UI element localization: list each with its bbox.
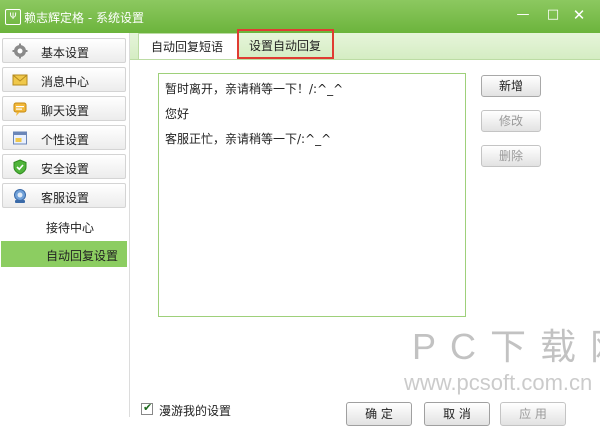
watermark-url: www.pcsoft.com.cn [404,370,593,395]
sidebar-item-basic[interactable]: 基本设置 [2,38,126,63]
chat-icon [13,102,27,116]
gear-icon [12,43,28,59]
sidebar-subitem-label: 接待中心 [46,221,95,235]
window-title: 赖志辉定格 - 系统设置 [24,11,144,25]
shield-icon [13,159,27,175]
watermark-text: PC下载网 [412,326,600,367]
sidebar-subitem-label: 自动回复设置 [46,249,119,263]
sidebar-item-label: 基本设置 [41,46,90,60]
tab-highlight-annotation [237,29,334,59]
sidebar-subitem-auto-reply[interactable]: 自动回复设置 [1,241,127,267]
tab-auto-reply-phrases[interactable]: 自动回复短语 [138,33,238,59]
cancel-button[interactable]: 取 消 [424,402,490,426]
maximize-button[interactable]: □ [542,5,564,25]
service-icon [14,189,26,203]
roaming-settings-checkbox[interactable]: ✔ [141,401,153,415]
sidebar-item-label: 聊天设置 [41,104,90,118]
sidebar-item-label: 个性设置 [41,133,90,147]
checkmark-icon: ✔ [143,401,153,414]
apply-button[interactable]: 应 用 [500,402,566,426]
roaming-settings-label: 漫游我的设置 [159,404,232,418]
sidebar-item-personal[interactable]: 个性设置 [2,125,126,150]
envelope-icon [12,74,28,86]
sidebar-item-label: 安全设置 [41,162,90,176]
sidebar-item-security[interactable]: 安全设置 [2,154,126,179]
window-icon [13,131,27,145]
sidebar-item-chat[interactable]: 聊天设置 [2,96,126,121]
sidebar-item-messages[interactable]: 消息中心 [2,67,126,92]
sidebar-subitem-reception[interactable]: 接待中心 [1,213,127,239]
list-item[interactable]: 客服正忙，亲请稍等一下/:^_^ [165,130,331,147]
sidebar-item-label: 客服设置 [41,191,90,205]
tab-bar: 自动回复短语 设置自动回复 [130,33,600,60]
add-button[interactable]: 新增 [481,75,541,97]
edit-button[interactable]: 修改 [481,110,541,132]
close-button[interactable]: ✕ [568,5,590,25]
settings-sidebar: 基本设置 消息中心 聊天设置 个性设置 安全设置 客服设置 接待中心 自动回复设… [0,33,130,417]
list-item[interactable]: 暂时离开，亲请稍等一下！/:^_^ [165,80,343,97]
app-icon: Ψ [5,9,21,25]
sidebar-item-label: 消息中心 [41,75,90,89]
minimize-button[interactable]: — [512,5,534,25]
ok-button[interactable]: 确 定 [346,402,412,426]
list-item[interactable]: 您好 [165,105,189,122]
delete-button[interactable]: 删除 [481,145,541,167]
sidebar-item-service[interactable]: 客服设置 [2,183,126,208]
reply-phrase-list[interactable]: 暂时离开，亲请稍等一下！/:^_^ 您好 客服正忙，亲请稍等一下/:^_^ [158,73,466,317]
